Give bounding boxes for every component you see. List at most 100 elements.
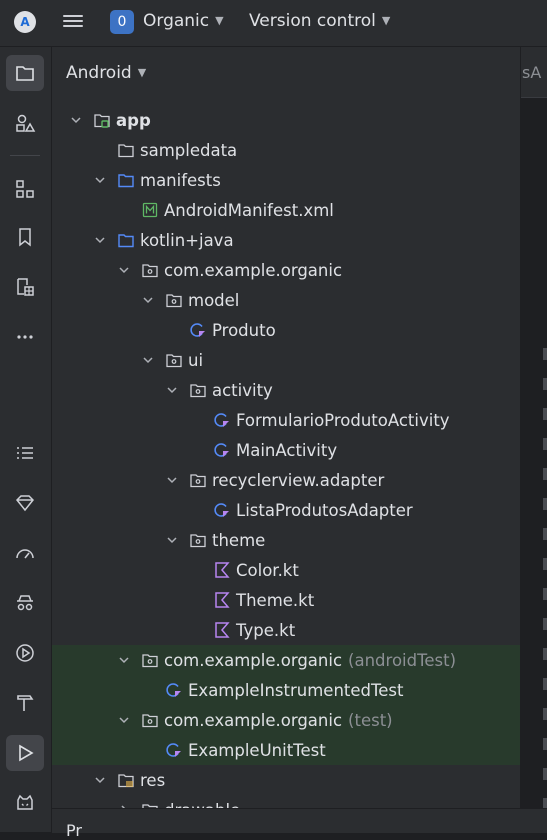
tree-row[interactable]: com.example.organic (androidTest)	[52, 645, 520, 675]
resource-manager-button[interactable]	[6, 105, 44, 141]
tree-row[interactable]: Type.kt	[52, 615, 520, 645]
tree-row[interactable]: ExampleUnitTest	[52, 735, 520, 765]
tree-row[interactable]: recyclerview.adapter	[52, 465, 520, 495]
tree-row[interactable]: MainActivity	[52, 435, 520, 465]
version-control-menu[interactable]: Version control ▼	[249, 11, 390, 31]
tree-row[interactable]: Produto	[52, 315, 520, 345]
tree-row[interactable]: com.example.organic	[52, 255, 520, 285]
expanded-arrow-icon[interactable]	[117, 263, 131, 277]
project-view-label: Android	[66, 63, 132, 83]
profiler-tool-button[interactable]	[6, 535, 44, 571]
logcat-tool-button[interactable]	[6, 785, 44, 821]
more-tools-button[interactable]	[6, 319, 44, 355]
expanded-arrow-icon[interactable]	[69, 113, 83, 127]
kotlin-class-icon	[213, 411, 231, 429]
gauge-icon	[16, 549, 34, 559]
build-variants-button[interactable]	[6, 269, 44, 305]
tree-row[interactable]: activity	[52, 375, 520, 405]
project-selector[interactable]: Organic ▼	[143, 11, 224, 31]
tree-row-label: ExampleInstrumentedTest	[188, 680, 404, 700]
run-icon	[19, 744, 34, 762]
expanded-arrow-icon[interactable]	[165, 473, 179, 487]
line-number-fragment	[543, 678, 547, 690]
tree-row-label: MainActivity	[236, 440, 338, 460]
tree-row[interactable]: Color.kt	[52, 555, 520, 585]
main-menu-icon[interactable]	[63, 12, 83, 32]
gem-icon	[15, 495, 35, 512]
source-folder-icon	[117, 231, 135, 249]
services-tool-button[interactable]	[6, 635, 44, 671]
tree-row[interactable]: app	[52, 105, 520, 135]
tree-row[interactable]: Theme.kt	[52, 585, 520, 615]
line-number-fragment	[543, 558, 547, 570]
tree-row[interactable]: manifests	[52, 165, 520, 195]
tree-row[interactable]: model	[52, 285, 520, 315]
package-icon	[141, 651, 159, 669]
tree-row-label: app	[116, 110, 151, 130]
run-tool-button[interactable]	[6, 735, 44, 771]
run-circle-icon	[16, 644, 34, 662]
tree-row[interactable]: ListaProdutosAdapter	[52, 495, 520, 525]
tree-row-label: com.example.organic	[164, 710, 343, 730]
line-number-fragment	[543, 708, 547, 720]
tree-row-label: Theme.kt	[236, 590, 315, 610]
bottom-panel-header: Pr	[52, 808, 547, 840]
tree-row-label: ExampleUnitTest	[188, 740, 326, 760]
tree-row[interactable]: FormularioProdutoActivity	[52, 405, 520, 435]
module-folder-icon	[93, 111, 111, 129]
tree-row[interactable]: AndroidManifest.xml	[52, 195, 520, 225]
expanded-arrow-icon[interactable]	[141, 293, 155, 307]
expanded-arrow-icon[interactable]	[93, 233, 107, 247]
tree-row[interactable]: ui	[52, 345, 520, 375]
more-icon	[17, 335, 33, 339]
manifest-icon	[141, 201, 159, 219]
project-tree: app sampledata manifests AndroidManifest.xm…	[52, 105, 520, 825]
source-set-suffix: (androidTest)	[348, 650, 457, 670]
tree-row[interactable]: theme	[52, 525, 520, 555]
tree-row[interactable]: com.example.organic (test)	[52, 705, 520, 735]
expanded-arrow-icon[interactable]	[117, 653, 131, 667]
expanded-arrow-icon[interactable]	[165, 383, 179, 397]
project-panel: Android ▼ app sampledata manifests AndroidMa…	[52, 47, 520, 832]
project-tool-button[interactable]	[6, 55, 44, 91]
chevron-down-icon: ▼	[215, 14, 224, 27]
tree-row[interactable]: kotlin+java	[52, 225, 520, 255]
expanded-arrow-icon[interactable]	[93, 773, 107, 787]
kotlin-file-icon	[213, 621, 231, 639]
package-icon	[141, 711, 159, 729]
tree-row[interactable]: ExampleInstrumentedTest	[52, 675, 520, 705]
tree-row[interactable]: res	[52, 765, 520, 795]
todo-tool-button[interactable]	[6, 435, 44, 471]
source-set-suffix: (test)	[348, 710, 393, 730]
kotlin-class-icon	[213, 441, 231, 459]
editor-gutter	[521, 98, 547, 832]
kotlin-class-icon	[165, 741, 183, 759]
project-badge[interactable]: 0	[110, 10, 134, 34]
gemini-tool-button[interactable]	[6, 485, 44, 521]
structure-tool-button[interactable]	[6, 171, 44, 207]
expanded-arrow-icon[interactable]	[141, 353, 155, 367]
tree-row[interactable]: sampledata	[52, 135, 520, 165]
line-number-fragment	[543, 588, 547, 600]
android-studio-logo[interactable]: A	[14, 11, 36, 33]
expanded-arrow-icon[interactable]	[165, 533, 179, 547]
tree-row-label: activity	[212, 380, 273, 400]
tree-row-label: model	[188, 290, 240, 310]
editor-tab[interactable]: sA	[521, 47, 547, 98]
expanded-arrow-icon[interactable]	[93, 173, 107, 187]
tree-row-label: manifests	[140, 170, 221, 190]
hammer-icon	[17, 695, 34, 711]
expanded-arrow-icon[interactable]	[117, 713, 131, 727]
bookmarks-tool-button[interactable]	[6, 219, 44, 255]
tree-row-label: com.example.organic	[164, 260, 343, 280]
build-tool-button[interactable]	[6, 685, 44, 721]
app-inspection-button[interactable]	[6, 585, 44, 621]
project-view-selector[interactable]: Android ▼	[66, 63, 146, 83]
shapes-icon	[16, 114, 36, 132]
tool-window-strip	[0, 47, 52, 832]
line-number-fragment	[543, 408, 547, 420]
